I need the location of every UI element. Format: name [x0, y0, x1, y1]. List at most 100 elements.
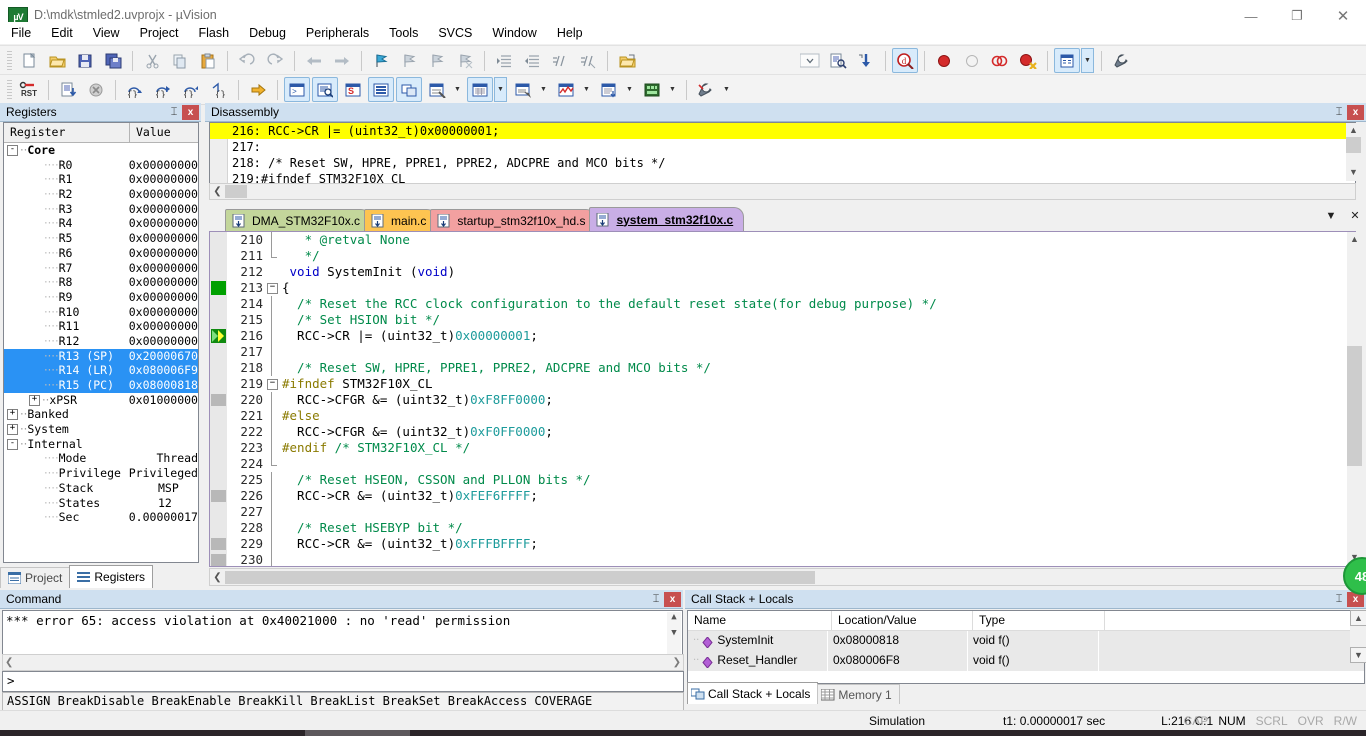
- disassembly-line[interactable]: 216: RCC->CR |= (uint32_t)0x00000001;: [210, 123, 1355, 139]
- insert-target-icon[interactable]: [853, 48, 879, 73]
- register-row[interactable]: ‧‧‧‧R5 0x00000000: [4, 231, 198, 246]
- register-row[interactable]: - ‧‧Internal: [4, 437, 198, 452]
- register-row[interactable]: - ‧‧Core: [4, 143, 198, 158]
- tree-expander-icon[interactable]: -: [7, 145, 18, 156]
- scroll-right-icon[interactable]: ❯: [673, 657, 681, 668]
- register-row[interactable]: + ‧‧System: [4, 422, 198, 437]
- register-row[interactable]: ‧‧‧‧R11 0x00000000: [4, 319, 198, 334]
- disassembly-line[interactable]: 218: /* Reset SW, HPRE, PPRE1, PPRE2, AD…: [210, 155, 1355, 171]
- system-viewer-icon[interactable]: [639, 77, 665, 102]
- outdent-icon[interactable]: [519, 48, 545, 73]
- register-row[interactable]: ‧‧‧‧R2 0x00000000: [4, 187, 198, 202]
- save-icon[interactable]: [72, 48, 98, 73]
- disassembly-pin-icon[interactable]: ⌶: [1331, 105, 1347, 120]
- register-row[interactable]: ‧‧‧‧R3 0x00000000: [4, 202, 198, 217]
- navigate-back-icon[interactable]: [301, 48, 327, 73]
- register-row[interactable]: ‧‧‧‧Mode Thread: [4, 451, 198, 466]
- command-output[interactable]: *** error 65: access violation at 0x4002…: [2, 610, 683, 658]
- register-row[interactable]: ‧‧‧‧R0 0x00000000: [4, 158, 198, 173]
- undo-icon[interactable]: [234, 48, 260, 73]
- navigate-forward-icon[interactable]: [329, 48, 355, 73]
- breakpoint-kill-all-icon[interactable]: [987, 48, 1013, 73]
- register-row[interactable]: ‧‧‧‧R4 0x00000000: [4, 216, 198, 231]
- symbols-window-icon[interactable]: S: [340, 77, 366, 102]
- scroll-up-icon[interactable]: ▲: [1350, 610, 1366, 626]
- editor-vertical-scrollbar[interactable]: ▲ ▼: [1347, 232, 1362, 564]
- analysis-windows-dropdown-icon[interactable]: ▼: [580, 77, 593, 102]
- tree-expander-icon[interactable]: -: [7, 438, 18, 450]
- menu-item-window[interactable]: Window: [483, 24, 545, 42]
- fold-toggle-icon[interactable]: −: [267, 379, 278, 390]
- comment-icon[interactable]: [547, 48, 573, 73]
- bookmark-clear-icon[interactable]: [452, 48, 478, 73]
- register-row[interactable]: ‧‧‧‧R8 0x00000000: [4, 275, 198, 290]
- registers-tree[interactable]: Register Value - ‧‧Core ‧‧‧‧R0 0x00000000 ‧‧…: [3, 122, 199, 563]
- editor-tab-system-stm32f10x-c[interactable]: system_stm32f10x.c: [589, 207, 745, 231]
- toolbox-icon[interactable]: [693, 77, 719, 102]
- show-next-statement-icon[interactable]: [245, 77, 271, 102]
- reset-cpu-icon[interactable]: RST: [16, 77, 42, 102]
- register-row[interactable]: ‧‧‧‧R9 0x00000000: [4, 290, 198, 305]
- memory-windows-icon[interactable]: [467, 77, 493, 102]
- scroll-thumb[interactable]: [1347, 346, 1362, 466]
- register-row[interactable]: ‧‧‧‧R1 0x00000000: [4, 172, 198, 187]
- bookmark-prev-icon[interactable]: [396, 48, 422, 73]
- menu-item-flash[interactable]: Flash: [189, 24, 238, 42]
- menu-item-tools[interactable]: Tools: [380, 24, 427, 42]
- scroll-up-icon[interactable]: ▲: [1347, 232, 1362, 246]
- scroll-left-icon[interactable]: ❮: [210, 185, 225, 198]
- trace-windows-icon[interactable]: [596, 77, 622, 102]
- menu-item-project[interactable]: Project: [131, 24, 188, 42]
- bookmark-marker-icon[interactable]: [211, 281, 226, 295]
- call-stack-tab-call-stack---locals[interactable]: Call Stack + Locals: [687, 682, 819, 704]
- call-stack-window-icon[interactable]: [396, 77, 422, 102]
- scroll-up-icon[interactable]: ▲: [1346, 123, 1361, 137]
- scroll-down-icon[interactable]: ▼: [1346, 165, 1361, 179]
- register-row[interactable]: ‧‧‧‧R13 (SP) 0x20000670: [4, 348, 198, 364]
- run-to-cursor-icon[interactable]: {}: [206, 77, 232, 102]
- register-row[interactable]: ‧‧‧‧R12 0x00000000: [4, 334, 198, 349]
- indent-icon[interactable]: [491, 48, 517, 73]
- call-stack-row[interactable]: ‧‧ SystemInit 0x08000818 void f(): [688, 630, 1364, 652]
- search-combo-icon[interactable]: [797, 48, 823, 73]
- bookmark-next-icon[interactable]: [424, 48, 450, 73]
- uncomment-icon[interactable]: [575, 48, 601, 73]
- utilities-icon[interactable]: [1108, 48, 1134, 73]
- register-row[interactable]: ‧‧‧‧R7 0x00000000: [4, 261, 198, 276]
- toolbar-grip[interactable]: [7, 50, 12, 71]
- toolbox-dropdown-icon[interactable]: ▼: [720, 77, 733, 102]
- serial-windows-icon[interactable]: [510, 77, 536, 102]
- step-out-icon[interactable]: {}: [178, 77, 204, 102]
- start-stop-debug-icon[interactable]: d: [892, 48, 918, 73]
- call-stack-pin-icon[interactable]: ⌶: [1331, 592, 1347, 607]
- open-folder-icon[interactable]: [614, 48, 640, 73]
- scroll-left-icon[interactable]: ❮: [5, 657, 13, 668]
- stop-icon[interactable]: [83, 77, 109, 102]
- close-icon[interactable]: ✕: [1348, 209, 1362, 222]
- menu-item-edit[interactable]: Edit: [42, 24, 82, 42]
- command-input[interactable]: >: [2, 671, 684, 692]
- config-wizard-icon[interactable]: [1054, 48, 1080, 73]
- memory-windows-dropdown-icon[interactable]: ▼: [494, 77, 507, 102]
- editor-tab-main-c[interactable]: main.c: [364, 209, 438, 231]
- chevron-down-icon[interactable]: ▼: [1324, 210, 1338, 222]
- cut-icon[interactable]: [139, 48, 165, 73]
- call-stack-row[interactable]: ‧‧ Reset_Handler 0x080006F8 void f(): [688, 650, 1364, 672]
- menu-item-svcs[interactable]: SVCS: [429, 24, 481, 42]
- scroll-thumb[interactable]: [1346, 137, 1361, 153]
- command-window-icon[interactable]: >: [284, 77, 310, 102]
- registers-pin-icon[interactable]: ⌶: [166, 105, 182, 120]
- copy-icon[interactable]: [167, 48, 193, 73]
- command-horizontal-scrollbar[interactable]: ❮ ❯: [2, 654, 684, 671]
- watch-windows-dropdown-icon[interactable]: ▼: [451, 77, 464, 102]
- watch-windows-icon[interactable]: [424, 77, 450, 102]
- disassembly-window-icon[interactable]: [312, 77, 338, 102]
- fold-toggle-icon[interactable]: −: [267, 283, 278, 294]
- tree-expander-icon[interactable]: +: [29, 394, 40, 406]
- command-pin-icon[interactable]: ⌶: [648, 592, 664, 607]
- redo-icon[interactable]: [262, 48, 288, 73]
- menu-item-view[interactable]: View: [84, 24, 129, 42]
- call-stack-vertical-scrollbar[interactable]: ▲ ▼: [1350, 610, 1366, 663]
- bookmark-toggle-icon[interactable]: [368, 48, 394, 73]
- menu-item-peripherals[interactable]: Peripherals: [297, 24, 378, 42]
